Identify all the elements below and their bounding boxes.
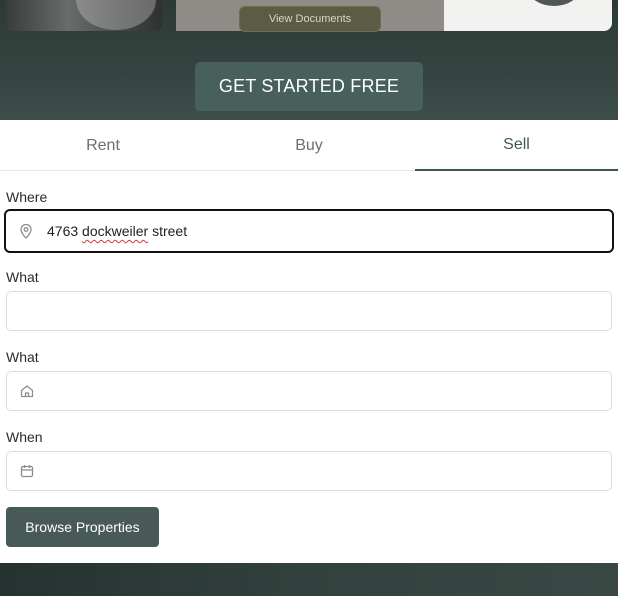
browse-properties-button[interactable]: Browse Properties	[6, 507, 159, 547]
when-field[interactable]	[6, 451, 612, 491]
tab-buy[interactable]: Buy	[206, 120, 412, 171]
what-input[interactable]	[19, 292, 601, 330]
what-label: What	[6, 269, 39, 285]
calendar-icon	[19, 463, 35, 479]
property-type-input[interactable]	[47, 372, 601, 410]
document-card: View Documents	[176, 0, 444, 32]
tab-rent[interactable]: Rent	[0, 120, 206, 171]
when-label: When	[6, 429, 43, 445]
when-input[interactable]	[47, 452, 601, 490]
map-pin-icon	[18, 223, 34, 239]
what-field[interactable]	[6, 291, 612, 331]
where-input-value[interactable]: 4763 dockweiler street	[47, 223, 187, 239]
where-label: Where	[6, 189, 48, 205]
where-value-text: 4763	[47, 223, 83, 239]
misspelled-word: dockweiler	[82, 223, 149, 239]
view-documents-button[interactable]: View Documents	[239, 6, 381, 32]
property-image-card[interactable]	[6, 0, 162, 31]
property-type-field[interactable]	[6, 371, 612, 411]
profile-card	[444, 0, 612, 31]
where-value-text-end: street	[148, 223, 188, 239]
property-type-label: What	[6, 349, 39, 365]
listing-type-tabs: Rent Buy Sell	[0, 120, 618, 171]
where-field[interactable]: 4763 dockweiler street	[4, 209, 614, 253]
hero-section: View Documents GET STARTED FREE	[0, 0, 618, 120]
home-icon	[19, 383, 35, 399]
get-started-button[interactable]: GET STARTED FREE	[195, 62, 423, 111]
tab-sell[interactable]: Sell	[415, 120, 618, 171]
footer-section	[0, 563, 618, 596]
avatar	[528, 0, 580, 6]
